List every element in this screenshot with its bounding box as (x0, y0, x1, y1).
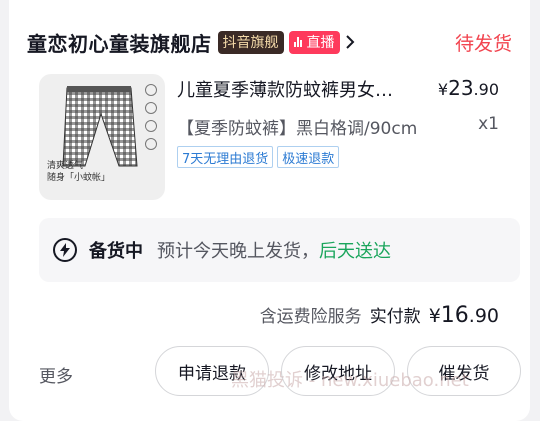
feature-icon (145, 102, 157, 114)
image-caption: 清爽透气 随身「小蚊帐」 (47, 160, 110, 184)
order-status: 待发货 (454, 32, 512, 55)
feature-icons (145, 84, 157, 150)
product-title[interactable]: 儿童夏季薄款防蚊裤男女… (177, 76, 437, 102)
price-integer: 23 (448, 76, 474, 100)
product-spec: 【夏季防蚊裤】黑白格调/90cm (177, 119, 418, 139)
amount-decimal: .90 (468, 305, 499, 327)
feature-icon (145, 138, 157, 150)
caption-line: 随身「小蚊帐」 (47, 173, 111, 183)
shipping-arrival: 后天送达 (319, 241, 391, 262)
price-decimal: .90 (473, 80, 499, 99)
service-tag-return: 7天无理由退货 (177, 146, 274, 168)
lightning-icon (53, 238, 77, 262)
chevron-right-icon[interactable] (343, 33, 357, 51)
product-image[interactable]: 清爽透气 随身「小蚊帐」 (39, 74, 165, 200)
price-symbol: ¥ (437, 80, 449, 99)
live-badge[interactable]: 直播 (288, 30, 340, 54)
shop-name[interactable]: 童恋初心童装旗舰店 (27, 28, 212, 57)
order-header: 童恋初心童装旗舰店 抖音旗舰 直播 待发货 (27, 20, 512, 64)
order-card: 童恋初心童装旗舰店 抖音旗舰 直播 待发货 清爽透气 随身「小蚊帐」 儿童夏季薄… (9, 0, 530, 421)
more-button[interactable]: 更多 (39, 362, 73, 387)
change-address-button[interactable]: 修改地址 (281, 346, 395, 396)
service-tags: 7天无理由退货 极速退款 (177, 146, 340, 168)
paid-label: 实付款 (369, 307, 421, 327)
refund-button[interactable]: 申请退款 (155, 346, 269, 396)
urge-shipping-button[interactable]: 催发货 (407, 346, 521, 396)
shipping-status: 备货中 (89, 241, 143, 262)
total-row: 含运费险服务 实付款 ¥16.90 (260, 302, 499, 328)
service-tag-refund: 极速退款 (277, 146, 340, 168)
shipping-desc: 预计今天晚上发货， (157, 241, 319, 262)
live-label: 直播 (306, 35, 335, 51)
feature-icon (145, 84, 157, 96)
shipping-status-box[interactable]: 备货中 预计今天晚上发货， 后天送达 (39, 218, 520, 282)
insurance-label: 含运费险服务 (259, 307, 362, 327)
paid-amount: ¥16.90 (429, 303, 499, 328)
flagship-badge: 抖音旗舰 (217, 30, 284, 54)
amount-integer: 16 (440, 303, 469, 328)
product-quantity: x1 (478, 114, 499, 134)
live-icon (293, 37, 303, 47)
feature-icon (145, 120, 157, 132)
product-price: ¥23.90 (438, 76, 499, 100)
amount-symbol: ¥ (428, 305, 441, 327)
caption-line: 清爽透气 (47, 161, 84, 171)
